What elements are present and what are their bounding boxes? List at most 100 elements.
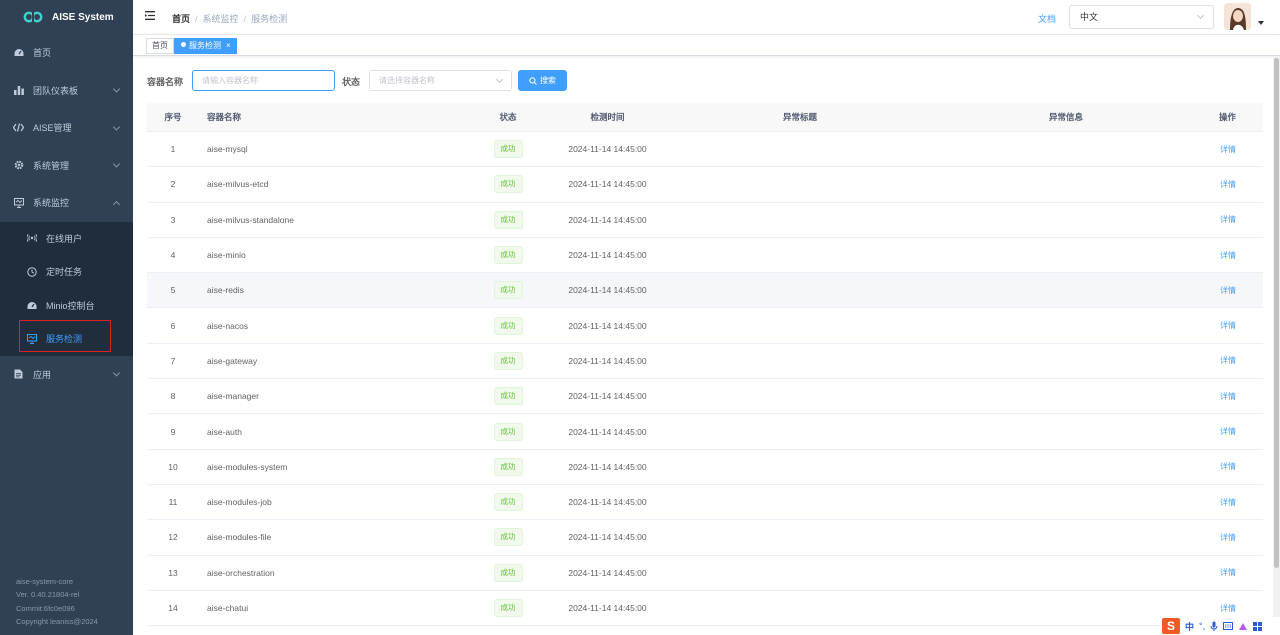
table-row: 1 aise-mysql 成功 2024-11-14 14:45:00 详情 (147, 132, 1263, 168)
cell-actions: 详情 (1196, 497, 1263, 508)
chevron-down-icon (112, 160, 121, 168)
ime-toolbar: S 中 °, (1160, 617, 1280, 635)
ime-logo[interactable]: S (1162, 618, 1180, 634)
footer-copyright: Copyright leaniss@2024 (16, 616, 98, 626)
keyboard-icon[interactable] (1223, 622, 1234, 630)
ime-mode[interactable]: 中 (1185, 620, 1194, 633)
cell-status: 成功 (465, 563, 551, 582)
table-row: 4 aise-minio 成功 2024-11-14 14:45:00 详情 (147, 238, 1263, 274)
cell-check-time: 2024-11-14 14:45:00 (568, 144, 647, 155)
details-link[interactable]: 详情 (1220, 392, 1236, 401)
sidebar-item-online-users[interactable]: 在线用户 (0, 222, 133, 256)
sidebar-item-service-check[interactable]: 服务检测 (0, 322, 133, 356)
skin-icon[interactable] (1238, 622, 1248, 631)
grid-menu-icon[interactable] (1253, 621, 1263, 631)
cell-actions: 详情 (1196, 285, 1263, 296)
cell-actions: 详情 (1196, 214, 1263, 225)
tag-home[interactable]: 首页 (146, 38, 174, 54)
details-link[interactable]: 详情 (1220, 180, 1236, 189)
status-select[interactable]: 请选择容器名称 (369, 70, 512, 91)
sidebar-item-system-monitor[interactable]: 系统监控 (0, 184, 133, 222)
sidebar-item-apps[interactable]: 应用 (0, 356, 133, 394)
hamburger-icon[interactable] (145, 11, 155, 20)
punctuation-icon[interactable]: °, (1199, 621, 1205, 631)
details-link[interactable]: 详情 (1220, 498, 1236, 507)
chevron-down-icon (112, 85, 121, 93)
search-icon (529, 76, 537, 85)
details-link[interactable]: 详情 (1220, 251, 1236, 260)
cell-status: 成功 (465, 528, 551, 547)
tags-view: 首页 服务检测 × (133, 34, 1280, 56)
breadcrumb-system-monitor: 系统监控 (202, 14, 239, 24)
breadcrumb-home[interactable]: 首页 (172, 14, 190, 24)
language-select[interactable]: 中文 (1069, 5, 1214, 29)
cell-status: 成功 (465, 246, 551, 265)
cell-status: 成功 (465, 387, 551, 406)
microphone-icon[interactable] (1210, 621, 1218, 631)
cell-check-time: 2024-11-14 14:45:00 (568, 214, 647, 225)
close-icon[interactable]: × (226, 41, 231, 50)
caret-down-icon[interactable] (1258, 21, 1264, 25)
status-badge: 成功 (493, 210, 523, 229)
sidebar-item-minio-console[interactable]: Minio控制台 (0, 289, 133, 323)
cell-check-time: 2024-11-14 14:45:00 (568, 355, 647, 366)
details-link[interactable]: 详情 (1220, 215, 1236, 224)
cell-container-name: aise-manager (207, 391, 259, 402)
sidebar-item-system-management[interactable]: 系统管理 (0, 147, 133, 185)
scrollbar-thumb[interactable] (1274, 58, 1279, 568)
cell-container-name: aise-modules-job (207, 497, 272, 508)
table-row: 7 aise-gateway 成功 2024-11-14 14:45:00 详情 (147, 344, 1263, 380)
status-badge: 成功 (493, 563, 523, 582)
sidebar-item-home[interactable]: 首页 (0, 34, 133, 72)
cell-container-name: aise-milvus-standalone (207, 214, 294, 225)
cell-actions: 详情 (1196, 603, 1263, 614)
cell-index: 14 (168, 603, 178, 613)
status-badge: 成功 (493, 316, 523, 335)
cell-index: 5 (170, 285, 176, 296)
table-row: 11 aise-modules-job 成功 2024-11-14 14:45:00 详… (147, 485, 1263, 521)
container-name-input[interactable]: 请输入容器名称 (192, 70, 335, 91)
status-badge: 成功 (493, 175, 523, 194)
search-button[interactable]: 搜索 (518, 70, 567, 91)
submenu-system-monitor: 在线用户 定时任务 Minio控制台 服务检测 (0, 221, 133, 356)
sidebar-item-scheduled-tasks[interactable]: 定时任务 (0, 255, 133, 289)
avatar[interactable] (1224, 3, 1251, 30)
cell-index: 7 (170, 355, 176, 366)
gear-icon (13, 160, 24, 171)
vertical-scrollbar[interactable] (1273, 56, 1280, 635)
cell-actions: 详情 (1196, 391, 1263, 402)
tag-service-check[interactable]: 服务检测 × (174, 38, 237, 54)
footer-commit: Commit:6fc0e096 (16, 603, 75, 613)
sidebar-item-label: 定时任务 (46, 267, 83, 278)
table-row: 12 aise-modules-file 成功 2024-11-14 14:45:00… (147, 520, 1263, 556)
details-link[interactable]: 详情 (1220, 604, 1236, 613)
cell-status: 成功 (465, 140, 551, 159)
cell-index: 11 (168, 497, 178, 508)
docs-link[interactable]: 文档 (1038, 12, 1056, 25)
service-check-table: 序号 容器名称 状态 检测时间 异常标题 异常信息 操作 1 aise-mysql… (147, 103, 1263, 627)
app-logo[interactable]: AISE System (0, 0, 133, 34)
chevron-down-icon (112, 369, 121, 377)
details-link[interactable]: 详情 (1220, 568, 1236, 577)
details-link[interactable]: 详情 (1220, 427, 1236, 436)
cell-status: 成功 (465, 351, 551, 370)
sidebar-item-aise-management[interactable]: AISE管理 (0, 109, 133, 147)
details-link[interactable]: 详情 (1220, 462, 1236, 471)
header-index: 序号 (164, 112, 182, 122)
cell-container-name: aise-orchestration (207, 567, 275, 578)
cell-index: 6 (170, 320, 176, 331)
sidebar-item-team-dashboard[interactable]: 团队仪表板 (0, 72, 133, 110)
details-link[interactable]: 详情 (1220, 356, 1236, 365)
cell-check-time: 2024-11-14 14:45:00 (568, 391, 647, 402)
tag-label: 服务检测 (189, 41, 221, 50)
monitor-icon (13, 197, 24, 208)
details-link[interactable]: 详情 (1220, 533, 1236, 542)
breadcrumb-separator: / (243, 14, 247, 24)
details-link[interactable]: 详情 (1220, 321, 1236, 330)
details-link[interactable]: 详情 (1220, 286, 1236, 295)
cell-index: 10 (168, 461, 178, 472)
details-link[interactable]: 详情 (1220, 145, 1236, 154)
sidebar-item-label: 系统管理 (33, 160, 70, 171)
cell-actions: 详情 (1196, 426, 1263, 437)
cell-actions: 详情 (1196, 355, 1263, 366)
